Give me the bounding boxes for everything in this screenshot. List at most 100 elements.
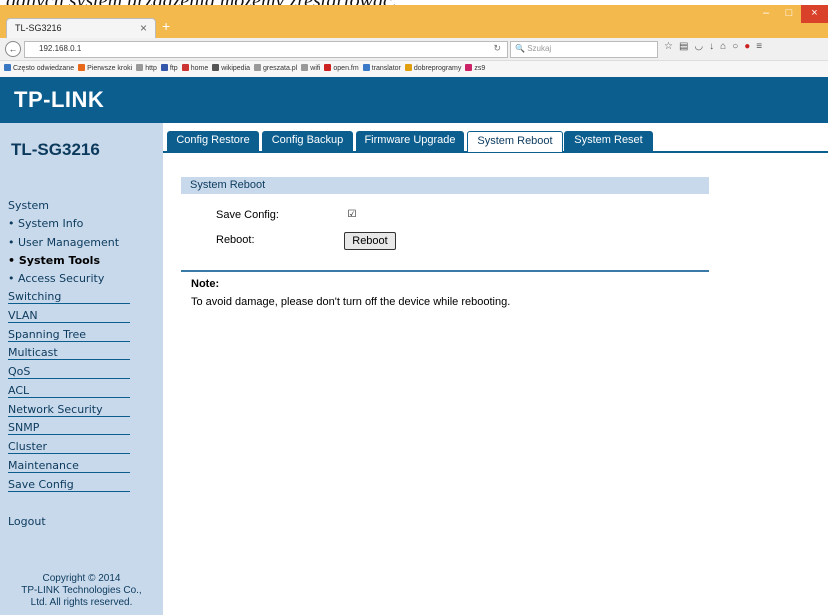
bookmark-label: http [145,65,157,72]
toolbar-icons: ☆▤◡↓⌂○●≡ [664,41,768,52]
bookmark-item[interactable]: open.fm [324,61,359,77]
home-icon[interactable]: ⌂ [720,41,732,52]
sidebar-item-cluster[interactable]: Cluster [8,440,130,454]
tab-firmware-upgrade[interactable]: Firmware Upgrade [356,131,464,151]
bookmark-icon [160,64,168,71]
bookmark-label: greszata.pl [263,65,298,72]
bookmark-item[interactable]: home [181,61,209,77]
sidebar-item-spanning-tree[interactable]: Spanning Tree [8,328,130,342]
bookmark-item[interactable]: greszata.pl [254,61,297,77]
search-input[interactable]: 🔍 Szukaj [510,41,658,58]
bookmark-label: Często odwiedzane [13,65,75,72]
sidebar-item-system-info[interactable]: System Info [8,217,130,230]
chat-icon[interactable]: ○ [732,41,744,52]
save-config-label: Save Config: [216,209,279,221]
device-model: TL-SG3216 [11,140,100,159]
sidebar-item-maintenance[interactable]: Maintenance [8,459,130,473]
bookmark-icon [324,64,332,71]
url-text: 192.168.0.1 [39,44,82,53]
reload-icon[interactable]: ↻ [493,43,501,54]
section-heading: System Reboot [181,177,709,194]
back-icon[interactable]: ← [5,41,21,57]
title-bar: TL-SG3216 × + – □ × [0,5,828,39]
copyright-line-1: Copyright © 2014 [42,573,121,584]
copyright: Copyright © 2014 TP-LINK Technologies Co… [0,573,163,609]
bookmark-icon [362,64,370,71]
sidebar-item-access-security[interactable]: Access Security [8,272,130,285]
bookmark-label: zs9 [474,65,486,72]
copyright-line-3: Ltd. All rights reserved. [30,597,133,608]
bookmark-label: open.fm [333,65,359,72]
bookmark-label: translator [371,65,401,72]
tab-title: TL-SG3216 [15,23,62,33]
bookmark-label: ftp [169,65,178,72]
maximize-icon[interactable]: □ [778,5,800,23]
pocket-icon[interactable]: ◡ [694,41,709,52]
bookmark-item[interactable]: wifi [301,61,320,77]
close-window-icon[interactable]: × [801,5,828,23]
bookmark-label: home [190,65,209,72]
bookmark-label: dobreprogramy [413,65,462,72]
bookmark-icon [465,64,473,71]
sidebar-item-logout[interactable]: Logout [8,515,130,528]
menu-icon[interactable]: ≡ [756,41,768,52]
sidebar-item-system[interactable]: System [8,199,130,212]
minimize-icon[interactable]: – [755,5,777,23]
bookmark-label: Pierwsze kroki [87,65,133,72]
sidebar-item-multicast[interactable]: Multicast [8,346,130,360]
sidebar-item-save-config[interactable]: Save Config [8,478,130,492]
bookmark-icon [404,64,412,71]
bookmark-item[interactable]: http [136,61,157,77]
brand-header: TP-LINK [0,77,828,123]
bookmark-item[interactable]: translator [362,61,401,77]
sidebar-item-vlan[interactable]: VLAN [8,309,130,323]
sidebar-item-system-tools[interactable]: System Tools [8,254,130,267]
sidebar-item-network-security[interactable]: Network Security [8,403,130,417]
save-config-checkbox[interactable]: ☑ [347,210,357,220]
bookmark-icon [4,64,11,71]
adblock-icon[interactable]: ● [744,41,756,52]
bookmark-icon [254,64,262,71]
close-tab-icon[interactable]: × [140,21,147,35]
sidebar-item-switching[interactable]: Switching [8,290,130,304]
device-model-box: TL-SG3216 [0,123,163,171]
tp-link-logo: TP-LINK [14,87,105,112]
download-icon[interactable]: ↓ [709,41,720,52]
bookmark-item[interactable]: dobreprogramy [404,61,462,77]
sidebar-item-acl[interactable]: ACL [8,384,130,398]
main-content: System Reboot Save Config: ☑ Reboot: Reb… [163,169,828,615]
reboot-label: Reboot: [216,234,255,246]
tab-bar: Config Restore Config Backup Firmware Up… [163,129,828,153]
bookmark-item[interactable]: wikipedia [212,61,250,77]
tab-config-restore[interactable]: Config Restore [167,131,259,151]
clipboard-icon[interactable]: ▤ [679,41,694,52]
note-text: To avoid damage, please don't turn off t… [191,296,511,308]
bookmark-item[interactable]: Pierwsze kroki [78,61,132,77]
bookmark-icon [212,64,220,71]
divider [181,270,709,272]
reboot-button[interactable]: Reboot [344,232,396,250]
bookmark-icon [181,64,189,71]
bookmark-label: wikipedia [221,65,251,72]
new-tab-icon[interactable]: + [162,18,170,34]
sidebar-item-qos[interactable]: QoS [8,365,130,379]
copyright-line-2: TP-LINK Technologies Co., [21,585,142,596]
browser-tab[interactable]: TL-SG3216 × [6,18,156,39]
bookmark-item[interactable]: zs9 [465,61,485,77]
bookmark-item[interactable]: ftp [160,61,178,77]
tab-config-backup[interactable]: Config Backup [262,131,353,151]
sidebar-item-user-management[interactable]: User Management [8,236,130,249]
sidebar: System System Info User Management Syste… [0,169,163,615]
bookmark-icon [301,64,309,71]
bookmark-icon [78,64,86,71]
tab-system-reset[interactable]: System Reset [564,131,653,151]
star-icon[interactable]: ☆ [664,41,679,52]
bookmark-icon [136,64,144,71]
tab-system-reboot[interactable]: System Reboot [467,131,563,152]
address-bar[interactable]: 192.168.0.1 ↻ [24,41,508,58]
search-placeholder: 🔍 Szukaj [515,44,552,53]
bookmarks-bar: Często odwiedzane Pierwsze kroki http ftp ho… [0,61,828,78]
navigation-bar: ← 192.168.0.1 ↻ 🔍 Szukaj ☆▤◡↓⌂○●≡ [0,38,828,61]
bookmark-item[interactable]: Często odwiedzane [4,61,74,77]
sidebar-item-snmp[interactable]: SNMP [8,421,130,435]
